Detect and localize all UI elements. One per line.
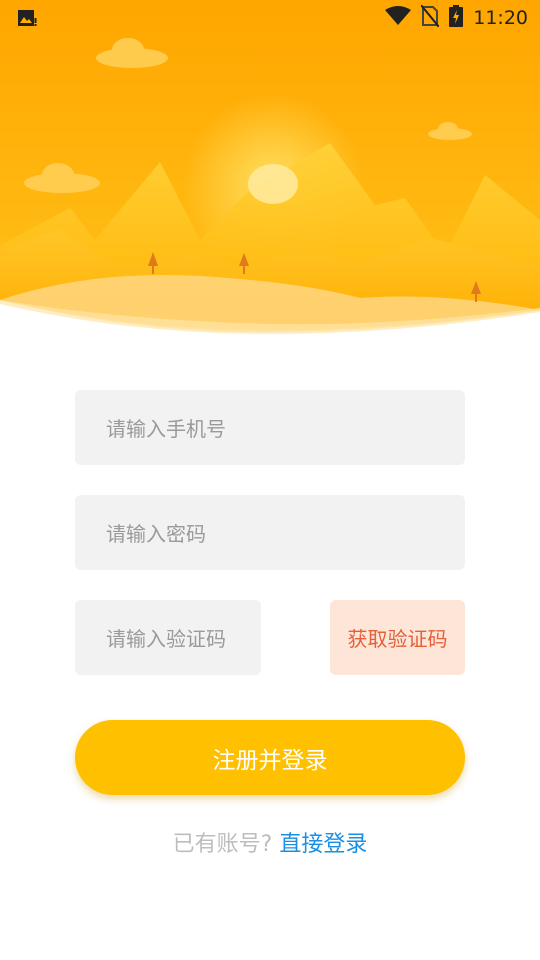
header-illustration	[0, 0, 540, 340]
wifi-icon	[385, 6, 412, 30]
status-icons: 11:20	[385, 4, 528, 32]
password-input[interactable]: 请输入密码	[75, 495, 465, 570]
phone-placeholder: 请输入手机号	[106, 417, 226, 441]
register-screen: 11:20 请输入手机号 请输入密码 请输入验证码 获取验证码 注册并登录 已有…	[0, 0, 540, 960]
battery-charging-icon	[449, 5, 464, 31]
register-and-login-button[interactable]: 注册并登录	[75, 720, 465, 795]
verification-code-input[interactable]: 请输入验证码	[75, 600, 261, 675]
get-verification-code-button[interactable]: 获取验证码	[330, 600, 465, 675]
status-time: 11:20	[473, 7, 528, 29]
verification-code-placeholder: 请输入验证码	[106, 627, 226, 651]
no-sim-icon	[420, 4, 441, 31]
login-prompt: 已有账号? 直接登录	[0, 826, 540, 858]
status-bar: 11:20	[0, 0, 540, 36]
have-account-text: 已有账号?	[172, 832, 273, 857]
phone-input[interactable]: 请输入手机号	[75, 390, 465, 465]
direct-login-link[interactable]: 直接登录	[279, 832, 367, 857]
image-notification-icon	[17, 9, 37, 27]
password-placeholder: 请输入密码	[106, 522, 206, 546]
